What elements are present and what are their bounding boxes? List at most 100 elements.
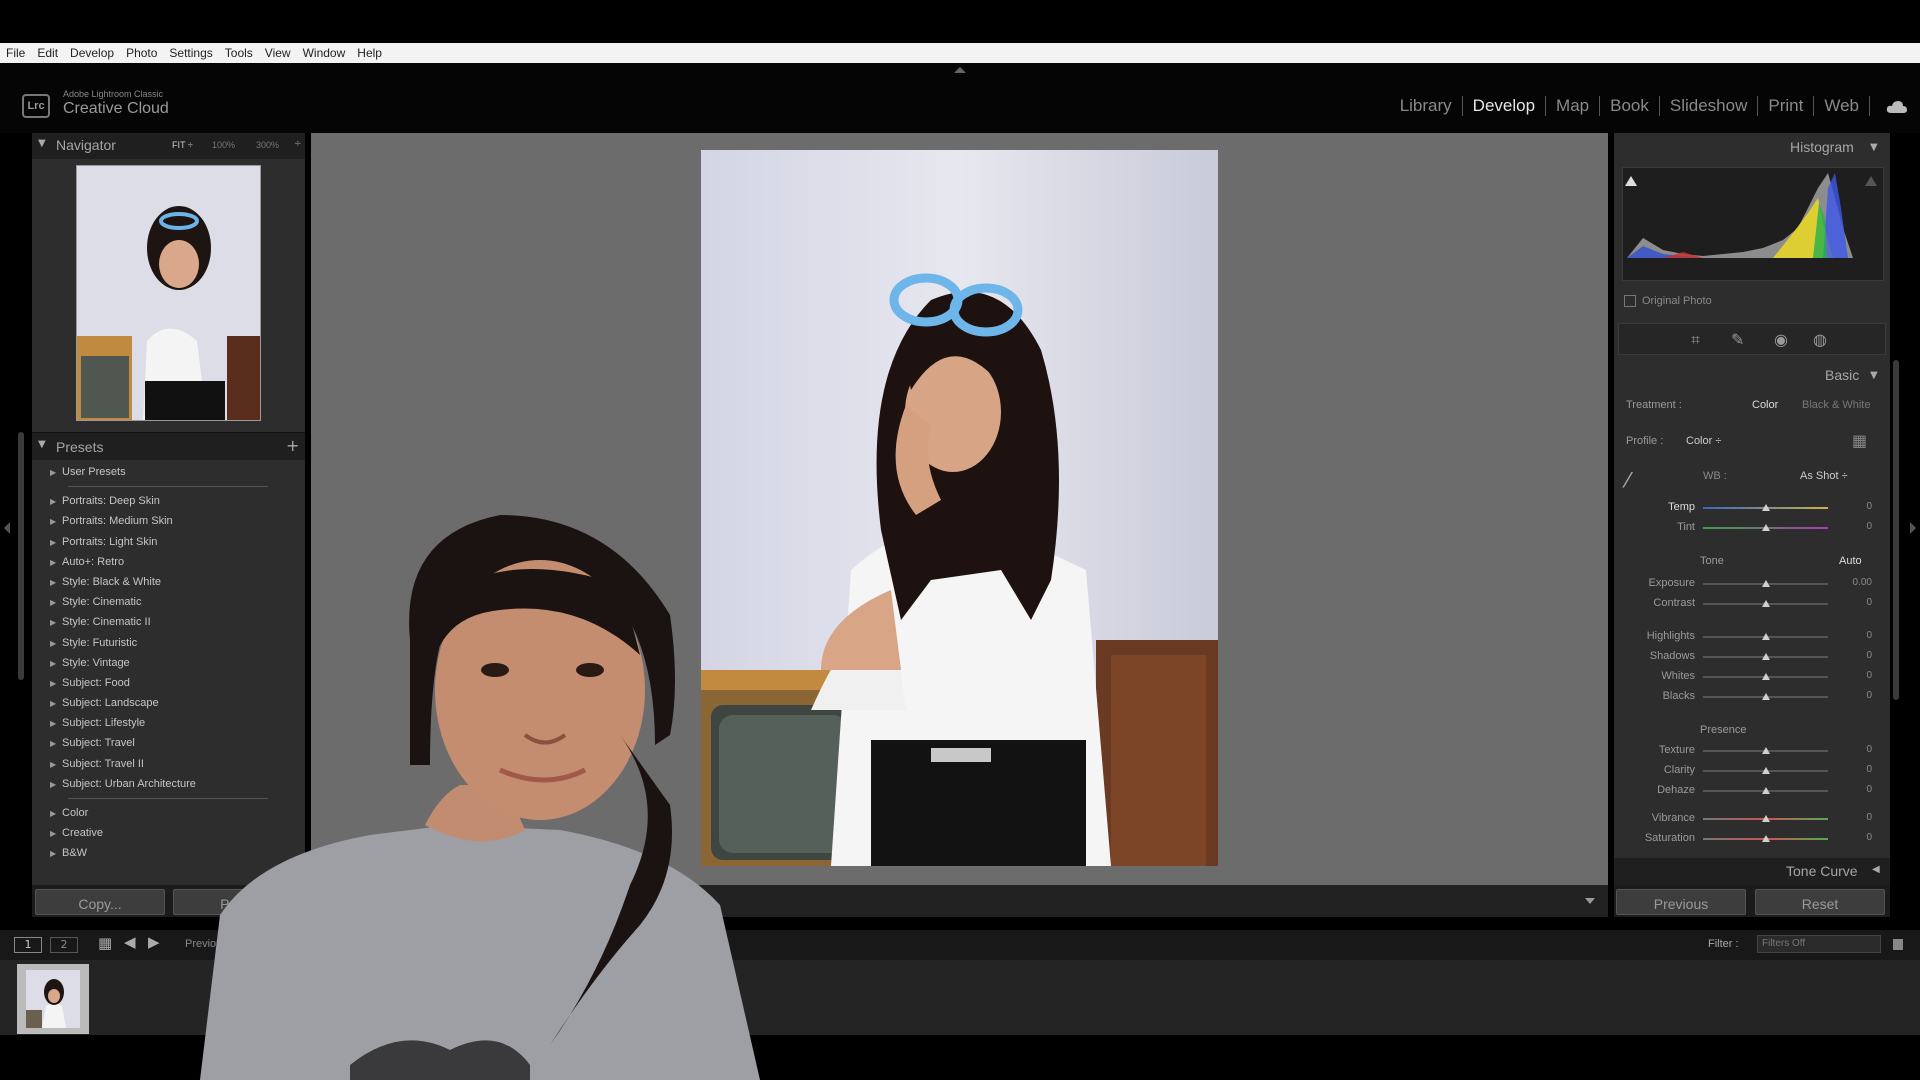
navigator-preview[interactable] <box>76 165 261 421</box>
slider-thumb[interactable] <box>1761 653 1770 660</box>
preset-group[interactable]: ▶ Subject: Food <box>50 673 300 693</box>
treatment-bw[interactable]: Black & White <box>1802 399 1870 411</box>
right-scrollbar[interactable] <box>1893 360 1899 700</box>
forward-arrow-icon[interactable]: ▶ <box>148 933 160 951</box>
preset-group[interactable]: ▶ B&W <box>50 843 300 863</box>
slider-thumb[interactable] <box>1761 815 1770 822</box>
healing-brush-icon[interactable]: ✎ <box>1731 330 1744 349</box>
slider-thumb[interactable] <box>1761 600 1770 607</box>
paste-button[interactable]: Paste <box>173 889 303 915</box>
previous-button[interactable]: Previous <box>1616 889 1746 915</box>
slider-value[interactable]: 0 <box>1842 784 1872 795</box>
slider-value[interactable]: 0 <box>1842 744 1872 755</box>
slider-thumb[interactable] <box>1761 767 1770 774</box>
slider-thumb[interactable] <box>1761 633 1770 640</box>
profile-select[interactable]: Color ÷ <box>1686 435 1721 447</box>
collapse-triangle-icon[interactable]: ▼ <box>1870 370 1878 381</box>
module-print[interactable]: Print <box>1758 96 1815 116</box>
grid-icon[interactable]: ▦ <box>98 934 112 952</box>
menu-photo[interactable]: Photo <box>126 46 157 60</box>
preset-group[interactable]: ▶ Creative <box>50 823 300 843</box>
collapse-top-icon[interactable] <box>954 67 966 73</box>
preset-group[interactable]: ▶ Style: Black & White <box>50 572 300 592</box>
back-arrow-icon[interactable]: ◀ <box>124 933 136 951</box>
preset-group[interactable]: ▶ Portraits: Deep Skin <box>50 491 300 511</box>
toolbar-menu-icon[interactable] <box>1585 898 1595 904</box>
collapse-left-icon[interactable] <box>4 522 10 534</box>
preset-group[interactable]: ▶ Subject: Travel II <box>50 754 300 774</box>
preset-group[interactable]: ▶ Subject: Landscape <box>50 693 300 713</box>
tone-curve-header[interactable]: Tone Curve ◀ <box>1614 858 1890 885</box>
preset-group[interactable]: ▶ Style: Cinematic II <box>50 612 300 632</box>
preset-group[interactable]: ▶ Portraits: Light Skin <box>50 532 300 552</box>
menu-window[interactable]: Window <box>303 46 346 60</box>
slider-value[interactable]: 0 <box>1842 597 1872 608</box>
main-photo[interactable] <box>701 150 1218 866</box>
screen-1-button[interactable]: 1 <box>14 937 42 953</box>
preset-group[interactable]: ▶ Subject: Travel <box>50 733 300 753</box>
module-book[interactable]: Book <box>1600 96 1660 116</box>
slider-value[interactable]: 0 <box>1842 521 1872 532</box>
filmstrip-thumbnail[interactable] <box>17 964 89 1034</box>
masking-icon[interactable]: ◍ <box>1813 330 1827 349</box>
menu-edit[interactable]: Edit <box>37 46 58 60</box>
tone-auto-button[interactable]: Auto <box>1839 555 1862 567</box>
wb-eyedropper-icon[interactable]: ⁄ <box>1626 468 1629 492</box>
zoom-more-icon[interactable]: ÷ <box>294 139 302 149</box>
preset-group[interactable]: ▶ Auto+: Retro <box>50 552 300 572</box>
slider-thumb[interactable] <box>1761 673 1770 680</box>
zoom-fit[interactable]: FIT ÷ <box>172 140 193 150</box>
slider-value[interactable]: 0.00 <box>1842 577 1872 588</box>
module-develop[interactable]: Develop <box>1463 96 1547 116</box>
original-photo-checkbox[interactable] <box>1624 295 1636 307</box>
slider-value[interactable]: 0 <box>1842 812 1872 823</box>
treatment-color[interactable]: Color <box>1752 399 1778 411</box>
module-slideshow[interactable]: Slideshow <box>1660 96 1759 116</box>
left-scrollbar[interactable] <box>18 432 24 680</box>
module-web[interactable]: Web <box>1814 96 1870 116</box>
crop-icon[interactable]: ⌗ <box>1691 330 1700 350</box>
slider-thumb[interactable] <box>1761 747 1770 754</box>
collapse-triangle-icon[interactable]: ▼ <box>1870 142 1878 153</box>
menu-view[interactable]: View <box>265 46 291 60</box>
zoom-300[interactable]: 300% <box>256 140 279 150</box>
module-library[interactable]: Library <box>1390 96 1463 116</box>
reset-button[interactable]: Reset <box>1755 889 1885 915</box>
slider-thumb[interactable] <box>1761 504 1770 511</box>
presets-header[interactable]: ▼ Presets + <box>32 432 305 460</box>
add-preset-icon[interactable]: + <box>286 436 299 455</box>
preset-group[interactable]: ▶ Style: Vintage <box>50 653 300 673</box>
slider-value[interactable]: 0 <box>1842 670 1872 681</box>
red-eye-icon[interactable]: ◉ <box>1774 330 1788 349</box>
slider-value[interactable]: 0 <box>1842 650 1872 661</box>
preset-group[interactable]: ▶ Subject: Lifestyle <box>50 713 300 733</box>
slider-value[interactable]: 0 <box>1842 764 1872 775</box>
slider-thumb[interactable] <box>1761 524 1770 531</box>
slider-value[interactable]: 0 <box>1842 690 1872 701</box>
profile-browser-icon[interactable]: ▦ <box>1852 431 1867 450</box>
slider-value[interactable]: 0 <box>1842 630 1872 641</box>
menu-tools[interactable]: Tools <box>225 46 253 60</box>
collapse-right-icon[interactable] <box>1910 522 1916 534</box>
menu-develop[interactable]: Develop <box>70 46 114 60</box>
menu-settings[interactable]: Settings <box>169 46 212 60</box>
preset-group[interactable]: ▶ Color <box>50 803 300 823</box>
filter-select[interactable]: Filters Off <box>1757 935 1881 953</box>
slider-value[interactable]: 0 <box>1842 832 1872 843</box>
previous-import-label[interactable]: Previous <box>185 938 228 950</box>
module-map[interactable]: Map <box>1546 96 1601 116</box>
preset-group[interactable]: ▶ Portraits: Medium Skin <box>50 511 300 531</box>
slider-thumb[interactable] <box>1761 835 1770 842</box>
preset-group[interactable]: ▶ Style: Futuristic <box>50 633 300 653</box>
wb-select[interactable]: As Shot ÷ <box>1800 470 1848 482</box>
slider-thumb[interactable] <box>1761 787 1770 794</box>
preset-group[interactable]: ▶ Subject: Urban Architecture <box>50 774 300 794</box>
screen-2-button[interactable]: 2 <box>50 937 78 953</box>
menu-help[interactable]: Help <box>357 46 382 60</box>
slider-thumb[interactable] <box>1761 580 1770 587</box>
histogram[interactable] <box>1622 167 1884 281</box>
preset-group[interactable]: ▶ Style: Cinematic <box>50 592 300 612</box>
cloud-icon[interactable] <box>1886 99 1908 115</box>
navigator-header[interactable]: ▼ Navigator FIT ÷ 100% 300% ÷ <box>32 133 305 159</box>
lock-icon[interactable] <box>1893 939 1903 950</box>
